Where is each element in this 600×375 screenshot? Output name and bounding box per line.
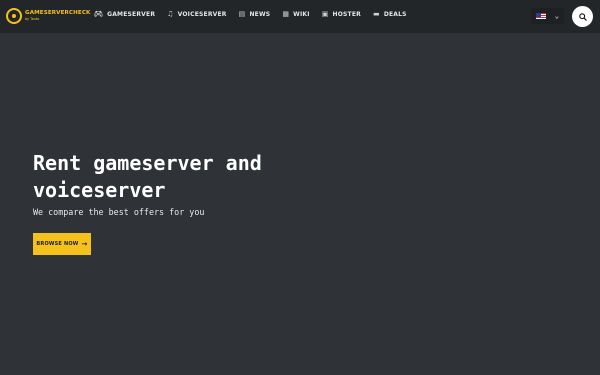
language-selector[interactable]: ⌄ xyxy=(531,8,564,24)
nav-item-label: NEWS xyxy=(249,11,271,18)
top-navigation-bar: GAMESERVERCHECK by Tauto 🎮︎ GAMESERVER ♫… xyxy=(0,0,600,33)
nav-item-hoster[interactable]: ▣ HOSTER xyxy=(321,10,361,19)
nav-item-voiceserver[interactable]: ♫ VOICESERVER xyxy=(167,10,227,19)
nav-item-label: VOICESERVER xyxy=(177,11,227,18)
hero-subtitle: We compare the best offers for you xyxy=(33,207,205,217)
lock-icon: ▣ xyxy=(321,10,329,18)
browse-now-label: BROWSE NOW xyxy=(36,241,79,247)
logo-tagline: by Tauto xyxy=(25,16,40,21)
nav-item-news[interactable]: ▤ NEWS xyxy=(238,10,271,19)
nav-item-wiki[interactable]: ▦ WIKI xyxy=(282,10,310,19)
search-icon xyxy=(578,12,587,21)
logo-name: GAMESERVERCHECK xyxy=(25,10,91,16)
nav-item-label: HOSTER xyxy=(332,11,361,18)
nav-item-gameserver[interactable]: 🎮︎ GAMESERVER xyxy=(94,10,156,19)
arrow-right-icon: → xyxy=(81,239,88,248)
hero-title: Rent gameserver and voiceserver xyxy=(33,151,262,202)
document-icon: ▤ xyxy=(238,10,246,18)
site-logo[interactable]: GAMESERVERCHECK by Tauto xyxy=(6,8,90,24)
us-flag-icon xyxy=(536,13,546,19)
headset-icon: ♫ xyxy=(167,10,174,18)
ticket-icon: ▬ xyxy=(372,10,380,18)
main-nav: 🎮︎ GAMESERVER ♫ VOICESERVER ▤ NEWS ▦ WIK… xyxy=(94,10,419,19)
browse-now-button[interactable]: BROWSE NOW → xyxy=(33,233,91,255)
book-icon: ▦ xyxy=(282,10,290,18)
gamepad-icon: 🎮︎ xyxy=(94,10,104,18)
nav-item-label: WIKI xyxy=(293,11,310,18)
search-button[interactable] xyxy=(572,6,593,27)
nav-item-label: DEALS xyxy=(383,11,407,18)
chevron-down-icon: ⌄ xyxy=(554,11,559,20)
nav-item-deals[interactable]: ▬ DEALS xyxy=(372,10,407,19)
logo-mark-icon xyxy=(6,8,22,24)
nav-item-label: GAMESERVER xyxy=(107,11,156,18)
